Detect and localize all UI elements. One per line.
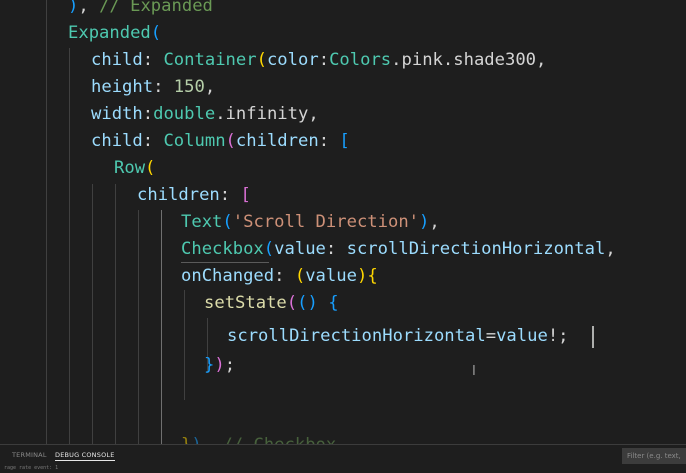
code-line[interactable]: onChanged: (value){ [0,263,686,290]
code-line[interactable]: child: Container(color:Colors.pink.shade… [0,47,686,74]
code-line[interactable]: height: 150, [0,74,686,101]
panel-output-text: rage rate event: 1 [4,465,59,471]
code-line[interactable]: width:double.infinity, [0,101,686,128]
tab-debug-console[interactable]: DEBUG CONSOLE [55,451,115,461]
text-cursor [592,326,594,348]
code-line[interactable]: }), // Checkbox [0,432,686,444]
code-editor[interactable]: ), // Expanded Expanded( child: Containe… [0,0,686,444]
code-line[interactable]: Row( [0,155,686,182]
code-line[interactable]: children: [ [0,182,686,209]
debug-filter-input[interactable] [622,448,686,464]
code-line[interactable]: }); [0,352,686,379]
comment: // Expanded [99,0,213,16]
mouse-ibeam-icon: I [472,364,476,379]
code-line[interactable]: setState(() { [0,290,686,317]
code-line[interactable]: Checkbox(value: scrollDirectionHorizonta… [0,236,686,263]
bottom-panel: TERMINAL DEBUG CONSOLE rage rate event: … [0,444,686,473]
tab-terminal[interactable]: TERMINAL [12,451,47,459]
code-line[interactable]: ), // Expanded [0,0,686,20]
code-line[interactable]: Expanded( [0,20,686,47]
code-line[interactable]: scrollDirectionHorizontal=value!; [0,323,686,350]
code-line[interactable]: child: Column(children: [ [0,128,686,155]
code-line[interactable]: Text('Scroll Direction'), [0,209,686,236]
